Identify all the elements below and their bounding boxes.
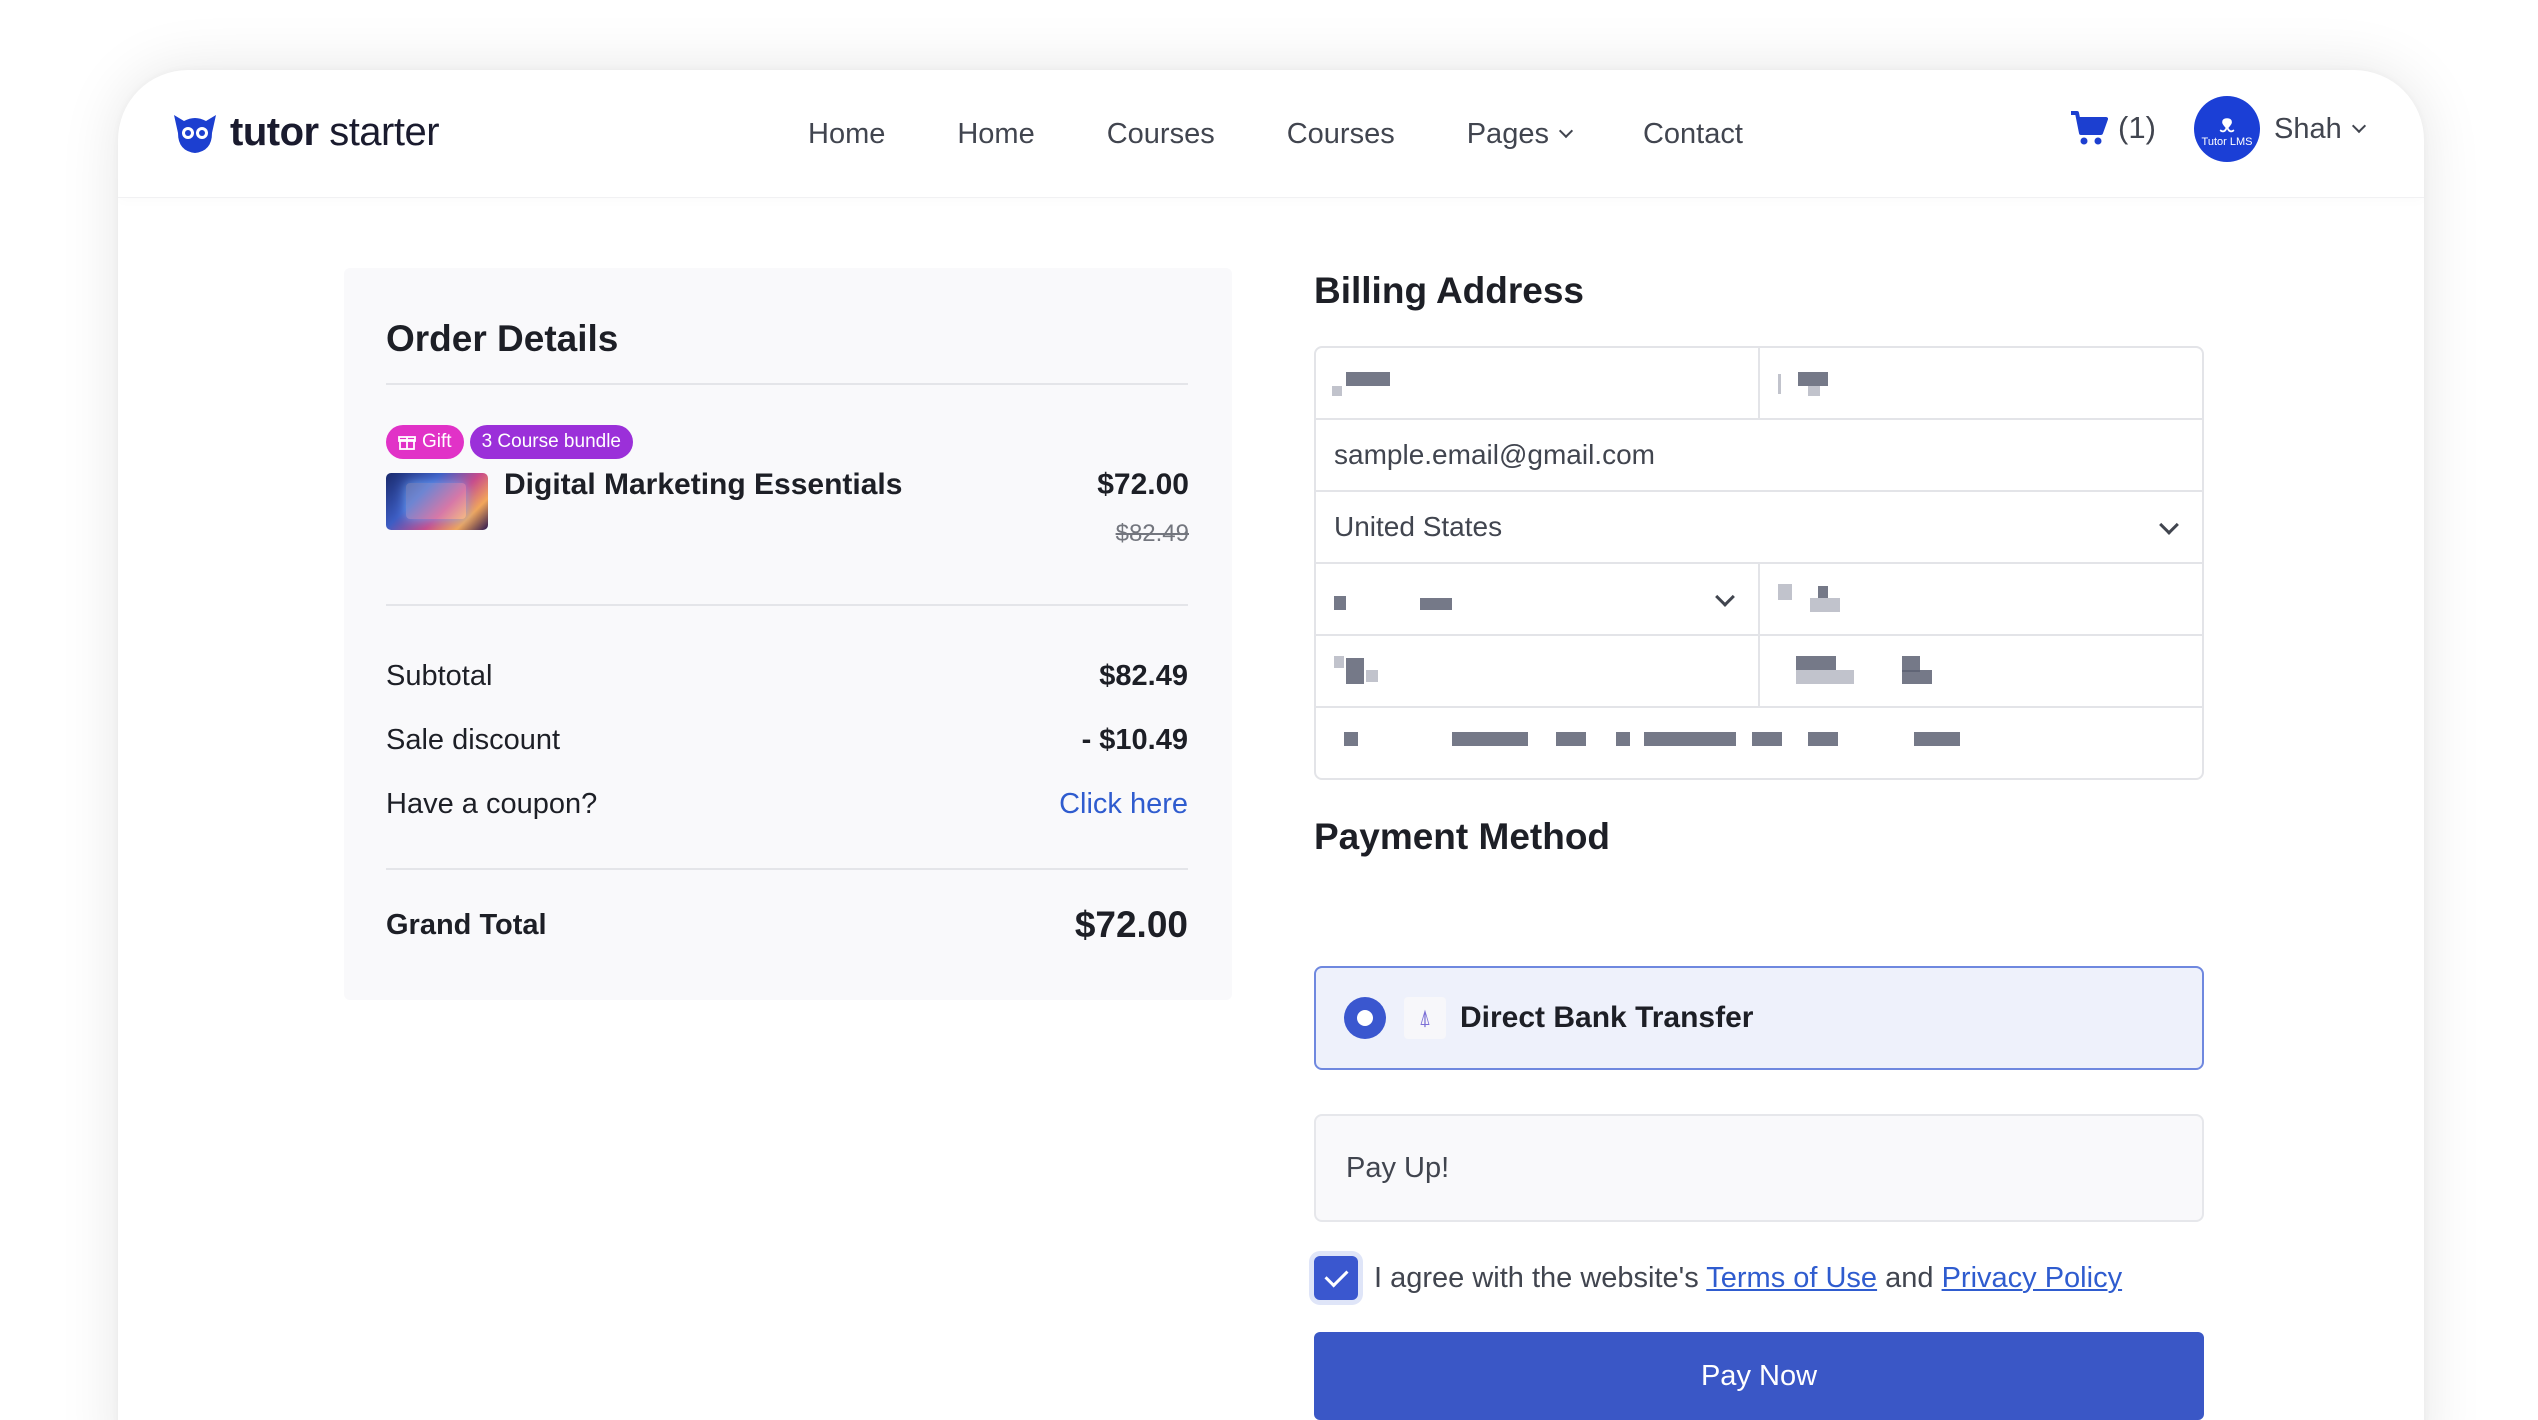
logo-text: tutor starter [230, 110, 440, 154]
phone-row [1316, 708, 2202, 780]
agree-terms: I agree with the website's Terms of Use … [1314, 1256, 2122, 1300]
browser-window: tutor starter Home Home Courses Courses … [118, 70, 2424, 1420]
gift-icon [398, 436, 416, 450]
phone-field[interactable] [1316, 708, 2202, 780]
country-select[interactable]: United States [1316, 492, 2202, 562]
pay-now-button[interactable]: Pay Now [1314, 1332, 2204, 1420]
coupon-row: Have a coupon? Click here [386, 788, 1188, 821]
chevron-down-icon [2351, 118, 2366, 134]
address-field[interactable] [1316, 636, 1758, 706]
nav-courses-1[interactable]: Courses [1107, 118, 1215, 151]
badges: Gift 3 Course bundle [386, 425, 639, 459]
email-row: sample.email@gmail.com [1316, 420, 2202, 492]
state-select[interactable] [1316, 564, 1758, 634]
discount-value: - $10.49 [1081, 724, 1188, 756]
nav-pages[interactable]: Pages [1466, 117, 1574, 151]
avatar-text: Tutor LMS [2201, 136, 2253, 148]
payment-instructions: Pay Up! [1314, 1114, 2204, 1222]
terms-link[interactable]: Terms of Use [1706, 1262, 1877, 1294]
chevron-down-icon [2159, 515, 2179, 535]
user-menu[interactable]: ᴥ Tutor LMS Shah [2194, 96, 2366, 162]
course-old-price: $82.49 [1115, 520, 1189, 547]
divider [386, 383, 1188, 385]
nav-pages-label: Pages [1466, 117, 1549, 150]
grand-total-label: Grand Total [386, 908, 547, 941]
payment-option-label: Direct Bank Transfer [1460, 1001, 1754, 1034]
course-name: Digital Marketing Essentials [504, 468, 903, 501]
order-title: Order Details [386, 318, 619, 359]
cart-icon [2071, 111, 2108, 145]
divider [386, 604, 1188, 606]
country-row: United States [1316, 492, 2202, 564]
state-row [1316, 564, 2202, 636]
privacy-link[interactable]: Privacy Policy [1942, 1262, 2123, 1294]
site-header: tutor starter Home Home Courses Courses … [118, 70, 2424, 198]
order-details-card: Order Details Gift 3 Course bundle Digit… [344, 268, 1232, 1000]
city-field[interactable] [1758, 564, 2202, 634]
bank-transfer-icon: ⍋ [1404, 997, 1446, 1039]
gift-badge: Gift [386, 425, 464, 459]
user-name: Shah [2274, 113, 2366, 146]
payment-option-bank-transfer[interactable]: ⍋ Direct Bank Transfer [1314, 966, 2204, 1070]
site-logo[interactable]: tutor starter [172, 110, 440, 155]
nav-contact[interactable]: Contact [1643, 118, 1743, 151]
country-value: United States [1334, 511, 1503, 542]
payment-radio[interactable] [1344, 997, 1386, 1039]
subtotal-label: Subtotal [386, 660, 493, 692]
course-price: $72.00 [1097, 468, 1189, 501]
owl-logo-icon [174, 114, 216, 153]
cart-button[interactable]: (1) [2070, 110, 2156, 146]
payment-title: Payment Method [1314, 816, 1611, 857]
coupon-link[interactable]: Click here [1059, 788, 1188, 821]
avatar: ᴥ Tutor LMS [2194, 96, 2260, 162]
last-name-field[interactable] [1758, 348, 2202, 418]
billing-form: sample.email@gmail.com United States [1314, 346, 2204, 780]
name-row [1316, 348, 2202, 420]
agree-text: I agree with the website's Terms of Use … [1374, 1261, 2123, 1294]
grand-total-value: $72.00 [1074, 904, 1188, 945]
divider [386, 868, 1188, 870]
cart-count: (1) [2118, 110, 2156, 145]
discount-label: Sale discount [386, 724, 561, 756]
subtotal-value: $82.49 [1099, 660, 1188, 692]
course-thumbnail [386, 473, 488, 530]
address-row [1316, 636, 2202, 708]
chevron-down-icon [1715, 587, 1735, 607]
discount-row: Sale discount - $10.49 [386, 724, 1188, 757]
nav-home-2[interactable]: Home [957, 118, 1034, 151]
zip-field[interactable] [1758, 636, 2202, 706]
email-field[interactable]: sample.email@gmail.com [1316, 420, 2202, 490]
chevron-down-icon [1558, 123, 1574, 139]
coupon-label: Have a coupon? [386, 788, 598, 820]
first-name-field[interactable] [1316, 348, 1758, 418]
subtotal-row: Subtotal $82.49 [386, 660, 1188, 693]
grand-total-row: Grand Total $72.00 [386, 904, 1188, 946]
nav-courses-2[interactable]: Courses [1287, 118, 1395, 151]
agree-checkbox[interactable] [1314, 1256, 1358, 1300]
nav-home-1[interactable]: Home [808, 118, 885, 151]
owl-avatar-icon: ᴥ [2219, 108, 2235, 138]
billing-title: Billing Address [1314, 270, 1585, 311]
main-nav: Home Home Courses Courses Pages Contact [808, 70, 1743, 198]
bundle-badge: 3 Course bundle [469, 425, 633, 459]
